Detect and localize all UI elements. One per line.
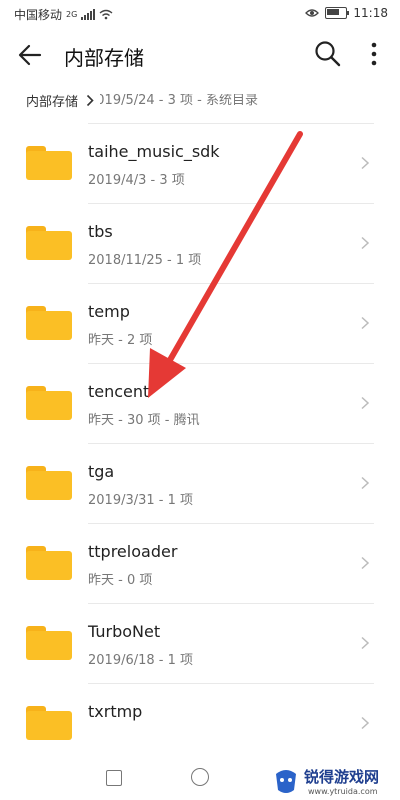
folder-icon: [26, 466, 72, 500]
system-nav-bar: [0, 756, 400, 800]
file-meta: 2019/5/24 - 3 项 - 系统目录: [88, 94, 258, 108]
file-name: tbs: [88, 222, 113, 241]
file-name: TurboNet: [88, 622, 161, 641]
list-item[interactable]: tencent 昨天 - 30 项 - 腾讯: [0, 364, 400, 444]
file-list: 2019/5/24 - 3 项 - 系统目录 taihe_music_sdk 201…: [0, 94, 400, 760]
page-title: 内部存储: [64, 46, 144, 70]
list-item[interactable]: taihe_music_sdk 2019/4/3 - 3 项: [0, 124, 400, 204]
recent-apps-button[interactable]: [106, 770, 122, 786]
file-name: temp: [88, 302, 130, 321]
chevron-right-icon: [361, 316, 370, 330]
file-meta: 昨天 - 2 项: [88, 333, 153, 348]
file-name: ttpreloader: [88, 542, 178, 561]
wifi-icon: [99, 9, 113, 20]
chevron-right-icon: [361, 476, 370, 490]
folder-icon: [26, 386, 72, 420]
file-name: tga: [88, 462, 115, 481]
file-meta: 昨天 - 0 项: [88, 573, 153, 588]
chevron-right-icon: [86, 94, 94, 106]
file-meta: 2018/11/25 - 1 项: [88, 253, 202, 268]
folder-icon: [26, 146, 72, 180]
folder-icon: [26, 546, 72, 580]
chevron-right-icon: [361, 236, 370, 250]
app-bar: 内部存储: [0, 28, 400, 82]
file-name: txrtmp: [88, 702, 143, 721]
folder-icon: [26, 226, 72, 260]
status-left: 中国移动 2G: [14, 6, 113, 23]
folder-icon: [26, 306, 72, 340]
list-item[interactable]: txrtmp: [0, 684, 400, 760]
home-button[interactable]: [191, 768, 209, 786]
eye-comfort-icon: [305, 9, 320, 17]
file-name: tencent: [88, 382, 150, 401]
chevron-right-icon: [361, 716, 370, 730]
file-meta: 2019/6/18 - 1 项: [88, 653, 194, 668]
status-bar: 中国移动 2G 11:18: [0, 0, 400, 28]
list-item[interactable]: ttpreloader 昨天 - 0 项: [0, 524, 400, 604]
folder-icon: [26, 626, 72, 660]
file-meta: 2019/3/31 - 1 项: [88, 493, 194, 508]
battery-icon: [325, 7, 350, 19]
list-item[interactable]: tbs 2018/11/25 - 1 项: [0, 204, 400, 284]
breadcrumb[interactable]: 内部存储: [26, 88, 101, 112]
more-options-icon[interactable]: [362, 38, 386, 70]
carrier-label: 中国移动: [14, 8, 63, 22]
file-meta: 2019/4/3 - 3 项: [88, 173, 185, 188]
list-item[interactable]: tga 2019/3/31 - 1 项: [0, 444, 400, 524]
list-item[interactable]: temp 昨天 - 2 项: [0, 284, 400, 364]
list-item[interactable]: TurboNet 2019/6/18 - 1 项: [0, 604, 400, 684]
status-right: 11:18: [305, 6, 388, 20]
folder-icon: [26, 706, 72, 740]
signal-icon: [81, 9, 96, 20]
search-icon[interactable]: [312, 38, 344, 70]
chevron-right-icon: [361, 396, 370, 410]
breadcrumb-item-internal-storage[interactable]: 内部存储: [26, 91, 78, 110]
chevron-right-icon: [361, 636, 370, 650]
clock: 11:18: [353, 6, 388, 20]
network-type: 2G: [66, 10, 78, 19]
file-meta: 昨天 - 30 项 - 腾讯: [88, 413, 200, 428]
back-arrow-icon[interactable]: [14, 40, 46, 70]
chevron-right-icon: [361, 556, 370, 570]
file-name: taihe_music_sdk: [88, 142, 220, 161]
chevron-right-icon: [361, 156, 370, 170]
